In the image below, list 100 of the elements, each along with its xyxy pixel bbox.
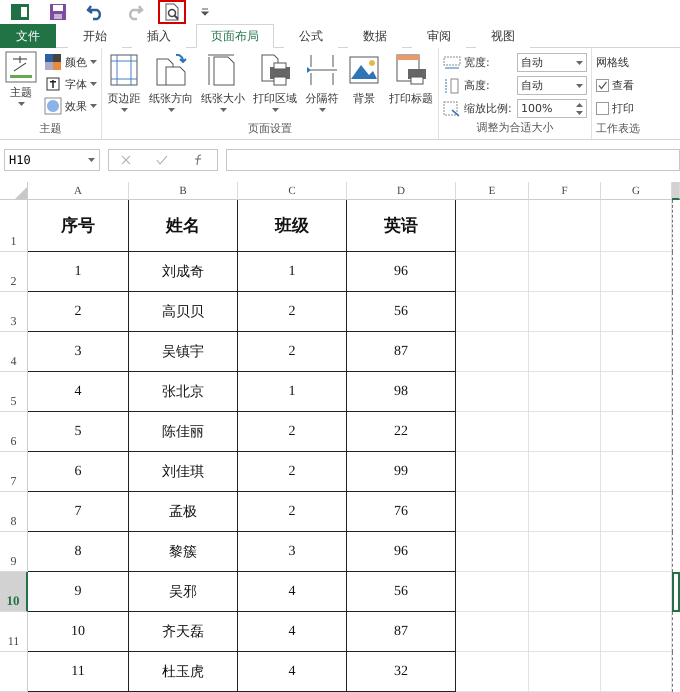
themes-button[interactable]: 主题 bbox=[4, 51, 38, 122]
table-cell: 3 bbox=[28, 332, 129, 372]
table-cell: 87 bbox=[347, 612, 456, 652]
caret-icon bbox=[90, 104, 97, 108]
column-header[interactable]: G bbox=[601, 182, 672, 200]
table-cell: 7 bbox=[28, 492, 129, 532]
table-cell: 吴镇宇 bbox=[129, 332, 238, 372]
table-cell: 1 bbox=[28, 252, 129, 292]
ribbon-button[interactable]: 纸张方向 bbox=[148, 51, 194, 122]
cell-reference: H10 bbox=[9, 152, 31, 167]
column-header[interactable]: C bbox=[238, 182, 347, 200]
effects-icon bbox=[44, 97, 62, 115]
ribbon-button[interactable]: 打印区域 bbox=[252, 51, 298, 122]
table-cell: 4 bbox=[238, 612, 347, 652]
table-cell: 87 bbox=[347, 332, 456, 372]
caret-icon bbox=[318, 108, 326, 112]
ribbon-button[interactable]: 打印标题 bbox=[388, 51, 434, 122]
ribbon-small-button[interactable]: 效果 bbox=[44, 95, 97, 117]
table-cell: 1 bbox=[238, 372, 347, 412]
dropdown-field[interactable]: 自动 bbox=[517, 53, 587, 72]
table-cell: 2 bbox=[238, 452, 347, 492]
column-header[interactable]: B bbox=[129, 182, 238, 200]
row-header[interactable]: 6 bbox=[0, 412, 28, 452]
table-cell: 4 bbox=[28, 372, 129, 412]
dropdown-field[interactable]: 自动 bbox=[517, 76, 587, 95]
table-cell: 2 bbox=[238, 332, 347, 372]
row-header[interactable]: 10 bbox=[0, 572, 28, 612]
scale-icon bbox=[443, 100, 461, 116]
active-cell[interactable] bbox=[672, 572, 680, 612]
file-tab[interactable]: 文件 bbox=[0, 24, 56, 48]
caret-icon bbox=[18, 102, 24, 106]
row-header[interactable] bbox=[0, 652, 28, 692]
table-cell: 8 bbox=[28, 532, 129, 572]
table-cell: 杜玉虎 bbox=[129, 652, 238, 692]
width-icon bbox=[443, 54, 461, 70]
checkbox[interactable] bbox=[596, 102, 609, 115]
table-cell: 98 bbox=[347, 372, 456, 412]
row-header[interactable]: 2 bbox=[0, 252, 28, 292]
table-cell: 9 bbox=[28, 572, 129, 612]
option-heading: 网格线 bbox=[596, 55, 629, 70]
row-header[interactable]: 11 bbox=[0, 612, 28, 652]
select-all-corner[interactable] bbox=[0, 182, 28, 200]
caret-icon bbox=[576, 84, 583, 88]
field-value: 自动 bbox=[521, 78, 543, 93]
field-label: 高度: bbox=[464, 78, 491, 93]
table-cell: 黎簇 bbox=[129, 532, 238, 572]
caret-icon bbox=[272, 108, 278, 112]
column-heading-cell: 英语 bbox=[347, 200, 456, 252]
row-header[interactable]: 4 bbox=[0, 332, 28, 372]
column-header[interactable] bbox=[672, 182, 680, 200]
ribbon-button[interactable]: 页边距 bbox=[106, 51, 142, 122]
name-box[interactable]: H10 bbox=[4, 148, 100, 171]
row-header[interactable]: 3 bbox=[0, 292, 28, 332]
ribbon-small-button[interactable]: 字体 bbox=[44, 73, 97, 95]
table-cell: 6 bbox=[28, 452, 129, 492]
row-header[interactable]: 5 bbox=[0, 372, 28, 412]
column-heading-cell: 班级 bbox=[238, 200, 347, 252]
table-cell: 96 bbox=[347, 532, 456, 572]
table-cell: 2 bbox=[238, 492, 347, 532]
caret-icon bbox=[220, 108, 226, 112]
table-cell: 22 bbox=[347, 412, 456, 452]
table-cell: 孟极 bbox=[129, 492, 238, 532]
ribbon-tab[interactable]: 页面布局 bbox=[196, 24, 274, 48]
caret-icon bbox=[168, 108, 174, 112]
ribbon-button[interactable]: 分隔符 bbox=[304, 51, 340, 122]
formula-buttons[interactable] bbox=[108, 148, 218, 171]
field-label: 宽度: bbox=[464, 55, 491, 70]
group-label: 工作表选 bbox=[596, 121, 640, 138]
caret-icon bbox=[576, 60, 583, 64]
caret-icon bbox=[120, 108, 128, 112]
caret-icon bbox=[90, 60, 97, 64]
column-header[interactable]: A bbox=[28, 182, 129, 200]
font-icon bbox=[44, 75, 62, 93]
column-header[interactable]: E bbox=[456, 182, 529, 200]
table-cell: 4 bbox=[238, 652, 347, 692]
table-cell: 高贝贝 bbox=[129, 292, 238, 332]
table-cell: 56 bbox=[347, 572, 456, 612]
row-header[interactable]: 8 bbox=[0, 492, 28, 532]
table-cell: 2 bbox=[28, 292, 129, 332]
excel-logo-icon bbox=[10, 2, 30, 22]
table-cell: 陈佳丽 bbox=[129, 412, 238, 452]
table-cell: 2 bbox=[238, 292, 347, 332]
checkbox[interactable] bbox=[596, 79, 609, 92]
triangle-icon bbox=[15, 187, 27, 199]
spinner-field[interactable]: 100% bbox=[517, 99, 587, 118]
row-header[interactable]: 7 bbox=[0, 452, 28, 492]
column-header[interactable]: D bbox=[347, 182, 456, 200]
ribbon-small-button[interactable]: 颜色 bbox=[44, 51, 97, 73]
ribbon-button[interactable]: 背景 bbox=[346, 51, 382, 122]
row-header[interactable]: 1 bbox=[0, 200, 28, 252]
spinner-arrows-icon[interactable] bbox=[576, 102, 583, 114]
row-header[interactable]: 9 bbox=[0, 532, 28, 572]
caret-icon bbox=[90, 82, 97, 86]
ribbon-button[interactable]: 纸张大小 bbox=[200, 51, 246, 122]
table-cell: 76 bbox=[347, 492, 456, 532]
column-header[interactable]: F bbox=[529, 182, 601, 200]
table-cell: 吴邪 bbox=[129, 572, 238, 612]
formula-input[interactable] bbox=[226, 148, 680, 171]
height-icon bbox=[443, 78, 461, 94]
theme-icon bbox=[5, 51, 37, 83]
